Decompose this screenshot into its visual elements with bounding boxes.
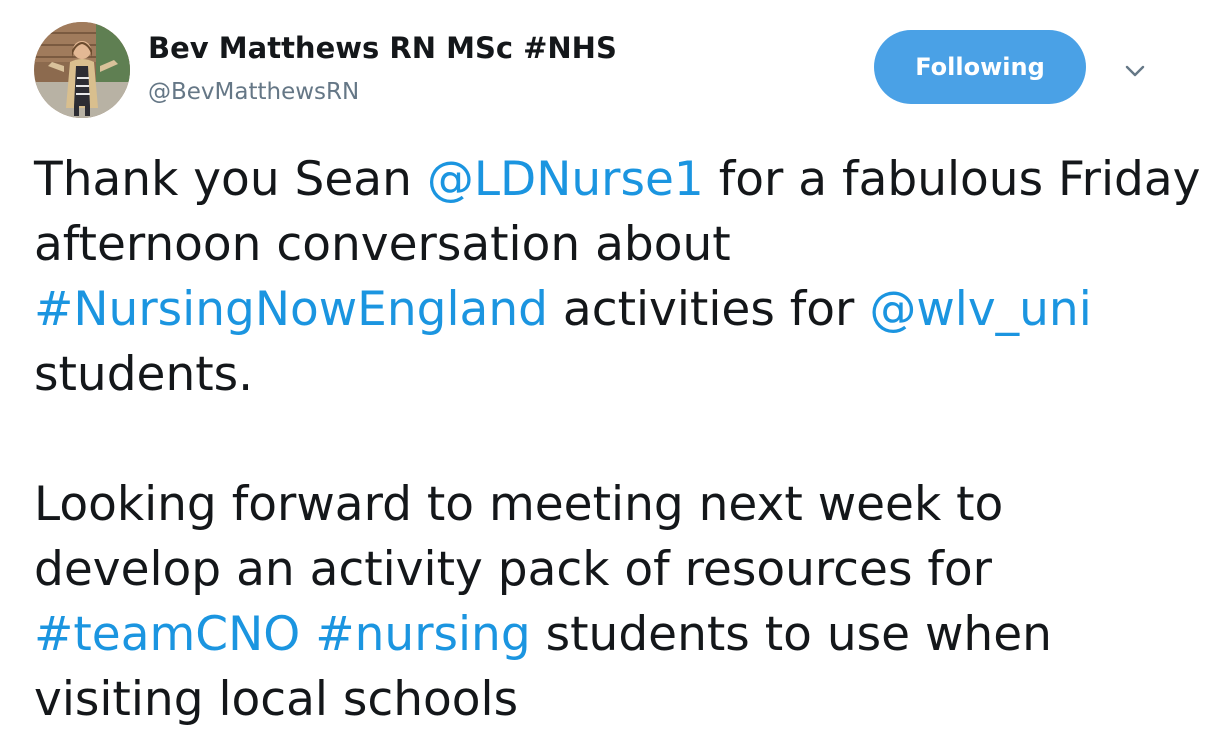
hashtag-link[interactable]: #nursing	[315, 607, 530, 662]
hashtag-link[interactable]: #teamCNO	[34, 607, 300, 662]
following-button[interactable]: Following	[874, 30, 1086, 104]
profile-photo-icon	[34, 22, 130, 118]
tweet-paragraph: Looking forward to meeting next week to …	[34, 472, 1204, 732]
hashtag-link[interactable]: #NursingNowEngland	[34, 282, 548, 337]
author-handle[interactable]: @BevMatthewsRN	[148, 76, 359, 108]
tweet-text-segment: students.	[34, 347, 254, 402]
tweet-text-segment: activities for	[547, 282, 870, 337]
mention-link[interactable]: @LDNurse1	[427, 152, 704, 207]
tweet-menu-button[interactable]	[1120, 56, 1150, 86]
tweet-text-segment: Looking forward to meeting next week to …	[34, 477, 1004, 597]
tweet-text-segment	[300, 607, 315, 662]
tweet-card: Bev Matthews RN MSc #NHS @BevMatthewsRN …	[0, 0, 1226, 732]
avatar[interactable]	[34, 22, 130, 118]
author-display-name[interactable]: Bev Matthews RN MSc #NHS	[148, 28, 617, 68]
tweet-paragraph: Thank you Sean @LDNurse1 for a fabulous …	[34, 147, 1204, 407]
mention-link[interactable]: @wlv_uni	[869, 282, 1091, 337]
tweet-text: Thank you Sean @LDNurse1 for a fabulous …	[34, 147, 1204, 732]
chevron-down-icon	[1125, 65, 1145, 77]
tweet-text-segment: Thank you Sean	[34, 152, 427, 207]
